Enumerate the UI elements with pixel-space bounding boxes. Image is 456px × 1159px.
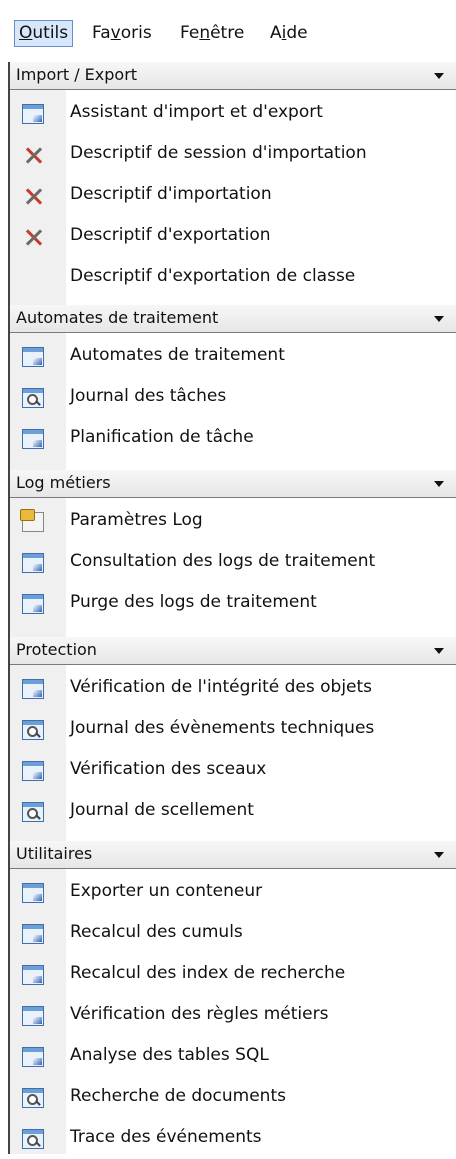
window-icon [22, 761, 44, 781]
window-icon [22, 965, 44, 985]
menu-fenetre[interactable]: Fenêtre [180, 22, 244, 44]
window-icon [22, 1006, 44, 1026]
menu-item-label: Descriptif d'exportation de classe [70, 266, 356, 286]
window-icon [22, 553, 44, 573]
section-title: Automates de traitement [16, 308, 219, 327]
outils-dropdown-menu: Import / Export Assistant d'import et d'e… [8, 62, 456, 1154]
section-title: Log métiers [16, 473, 111, 492]
menu-item[interactable]: Vérification de l'intégrité des objets [10, 667, 456, 709]
menu-item-label: Analyse des tables SQL [70, 1045, 269, 1065]
window-icon [22, 347, 44, 367]
menu-item-label: Planification de tâche [70, 427, 254, 447]
collapse-arrow-icon[interactable] [434, 316, 444, 322]
menu-item[interactable]: Planification de tâche [10, 417, 456, 459]
window-icon [22, 1047, 44, 1067]
menu-item-label: Vérification de l'intégrité des objets [70, 677, 373, 697]
menu-item[interactable]: Descriptif d'exportation de classe [10, 256, 456, 298]
window-icon [22, 924, 44, 944]
search-icon [22, 720, 44, 740]
menu-item[interactable]: Descriptif d'exportation [10, 215, 456, 257]
menu-item[interactable]: Purge des logs de traitement [10, 582, 456, 624]
menu-item-label: Trace des événements [70, 1127, 262, 1147]
menu-item[interactable]: Journal de scellement [10, 790, 456, 832]
menu-item[interactable]: Automates de traitement [10, 335, 456, 377]
section-header[interactable]: Utilitaires [10, 841, 456, 869]
search-icon [22, 802, 44, 822]
section-title: Protection [16, 640, 97, 659]
menu-item[interactable]: Vérification des règles métiers [10, 994, 456, 1036]
menu-item-label: Recherche de documents [70, 1086, 286, 1106]
section-header[interactable]: Protection [10, 637, 456, 665]
menu-item[interactable]: Exporter un conteneur [10, 871, 456, 913]
menu-item-label: Paramètres Log [70, 510, 203, 530]
tools-icon [22, 145, 44, 165]
menu-item-label: Descriptif d'exportation [70, 225, 271, 245]
menu-item-label: Purge des logs de traitement [70, 592, 317, 612]
section-header[interactable]: Import / Export [10, 62, 456, 90]
collapse-arrow-icon[interactable] [434, 852, 444, 858]
menu-item[interactable]: Assistant d'import et d'export [10, 92, 456, 134]
menu-item[interactable]: Recalcul des index de recherche [10, 953, 456, 995]
menu-item-label: Automates de traitement [70, 345, 285, 365]
menu-item-label: Journal de scellement [70, 800, 254, 820]
menu-item-label: Recalcul des index de recherche [70, 963, 346, 983]
menu-item[interactable]: Vérification des sceaux [10, 749, 456, 791]
section-title: Import / Export [16, 65, 138, 84]
menu-item[interactable]: Journal des tâches [10, 376, 456, 418]
window-icon [22, 679, 44, 699]
menu-item-label: Vérification des sceaux [70, 759, 267, 779]
settings-icon [20, 509, 44, 532]
window-icon [22, 104, 44, 124]
menu-item-label: Vérification des règles métiers [70, 1004, 329, 1024]
menu-item-label: Exporter un conteneur [70, 881, 263, 901]
search-icon [22, 1129, 44, 1149]
menu-item[interactable]: Trace des événements [10, 1117, 456, 1159]
menu-item[interactable]: Consultation des logs de traitement [10, 541, 456, 583]
section-title: Utilitaires [16, 844, 93, 863]
menu-favoris[interactable]: Favoris [92, 22, 152, 44]
menu-item[interactable]: Descriptif d'importation [10, 174, 456, 216]
menu-item[interactable]: Analyse des tables SQL [10, 1035, 456, 1077]
menu-item[interactable]: Descriptif de session d'importation [10, 133, 456, 175]
section-header[interactable]: Log métiers [10, 470, 456, 498]
collapse-arrow-icon[interactable] [434, 481, 444, 487]
menu-item-label: Consultation des logs de traitement [70, 551, 376, 571]
menu-item[interactable]: Journal des évènements techniques [10, 708, 456, 750]
menu-aide[interactable]: Aide [270, 22, 308, 44]
tools-icon [22, 227, 44, 247]
menu-item[interactable]: Recalcul des cumuls [10, 912, 456, 954]
menu-item[interactable]: Recherche de documents [10, 1076, 456, 1118]
menu-item-label: Journal des tâches [70, 386, 227, 406]
section-header[interactable]: Automates de traitement [10, 305, 456, 333]
menu-item-label: Descriptif de session d'importation [70, 143, 367, 163]
menu-outils[interactable]: Outils [14, 20, 74, 47]
menu-item-label: Recalcul des cumuls [70, 922, 243, 942]
menu-item-label: Assistant d'import et d'export [70, 102, 323, 122]
menu-bar: Outils Favoris Fenêtre Aide [0, 0, 456, 62]
menu-item-label: Journal des évènements techniques [70, 718, 375, 738]
menu-item[interactable]: Paramètres Log [10, 500, 456, 542]
window-icon [22, 429, 44, 449]
menu-item-label: Descriptif d'importation [70, 184, 272, 204]
collapse-arrow-icon[interactable] [434, 648, 444, 654]
collapse-arrow-icon[interactable] [434, 73, 444, 79]
tools-icon [22, 186, 44, 206]
window-icon [22, 883, 44, 903]
search-icon [22, 1088, 44, 1108]
search-icon [22, 388, 44, 408]
window-icon [22, 594, 44, 614]
